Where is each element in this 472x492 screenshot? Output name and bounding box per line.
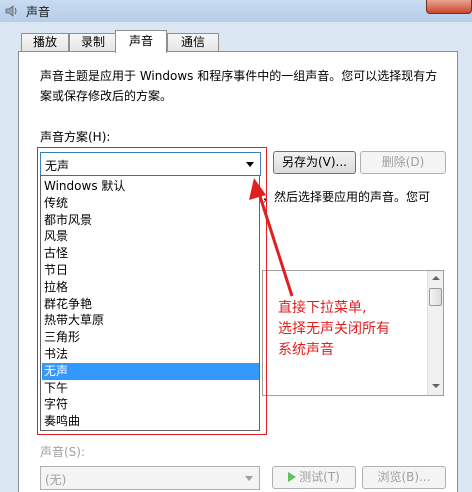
delete-button[interactable]: 删除(D) bbox=[360, 151, 446, 174]
tab-playback[interactable]: 播放 bbox=[21, 33, 69, 52]
sound-dropdown[interactable]: (无) bbox=[40, 466, 260, 490]
test-button-label: 测试(T) bbox=[299, 470, 340, 484]
annotation-line-2: 选择无声关闭所有 bbox=[278, 321, 390, 337]
save-as-button[interactable]: 另存为(V)... bbox=[273, 151, 356, 174]
tab-communications[interactable]: 通信 bbox=[167, 33, 219, 52]
annotation-line-3: 系统声音 bbox=[278, 342, 334, 358]
tab-sounds[interactable]: 声音 bbox=[115, 30, 167, 53]
window-title: 声音 bbox=[26, 5, 51, 19]
close-button[interactable] bbox=[426, 0, 472, 14]
chevron-down-icon[interactable] bbox=[245, 476, 253, 481]
scheme-label: 声音方案(H): bbox=[40, 130, 111, 144]
description-line-2: 案或保存修改后的方案。 bbox=[40, 89, 173, 103]
scroll-down-icon[interactable] bbox=[432, 384, 440, 388]
speaker-icon bbox=[5, 5, 17, 17]
description-line-1: 声音主题是应用于 Windows 和程序事件中的一组声音。您可以选择现有方 bbox=[40, 69, 438, 83]
tab-recording[interactable]: 录制 bbox=[69, 33, 117, 52]
annotation-highlight-frame bbox=[37, 147, 267, 435]
events-instruction-text: ，然后选择要应用的声音。您可 bbox=[262, 190, 431, 204]
test-button[interactable]: 测试(T) bbox=[272, 466, 356, 489]
play-icon bbox=[288, 472, 297, 482]
sound-dropdown-value: (无) bbox=[45, 473, 67, 487]
sound-label: 声音(S): bbox=[40, 445, 86, 459]
title-bar: 声音 bbox=[0, 0, 472, 22]
scroll-up-icon[interactable] bbox=[432, 276, 440, 280]
annotation-line-1: 直接下拉菜单, bbox=[278, 300, 367, 316]
browse-button[interactable]: 浏览(B)... bbox=[362, 466, 446, 489]
annotation-text: 直接下拉菜单, 选择无声关闭所有 系统声音 bbox=[278, 298, 438, 361]
